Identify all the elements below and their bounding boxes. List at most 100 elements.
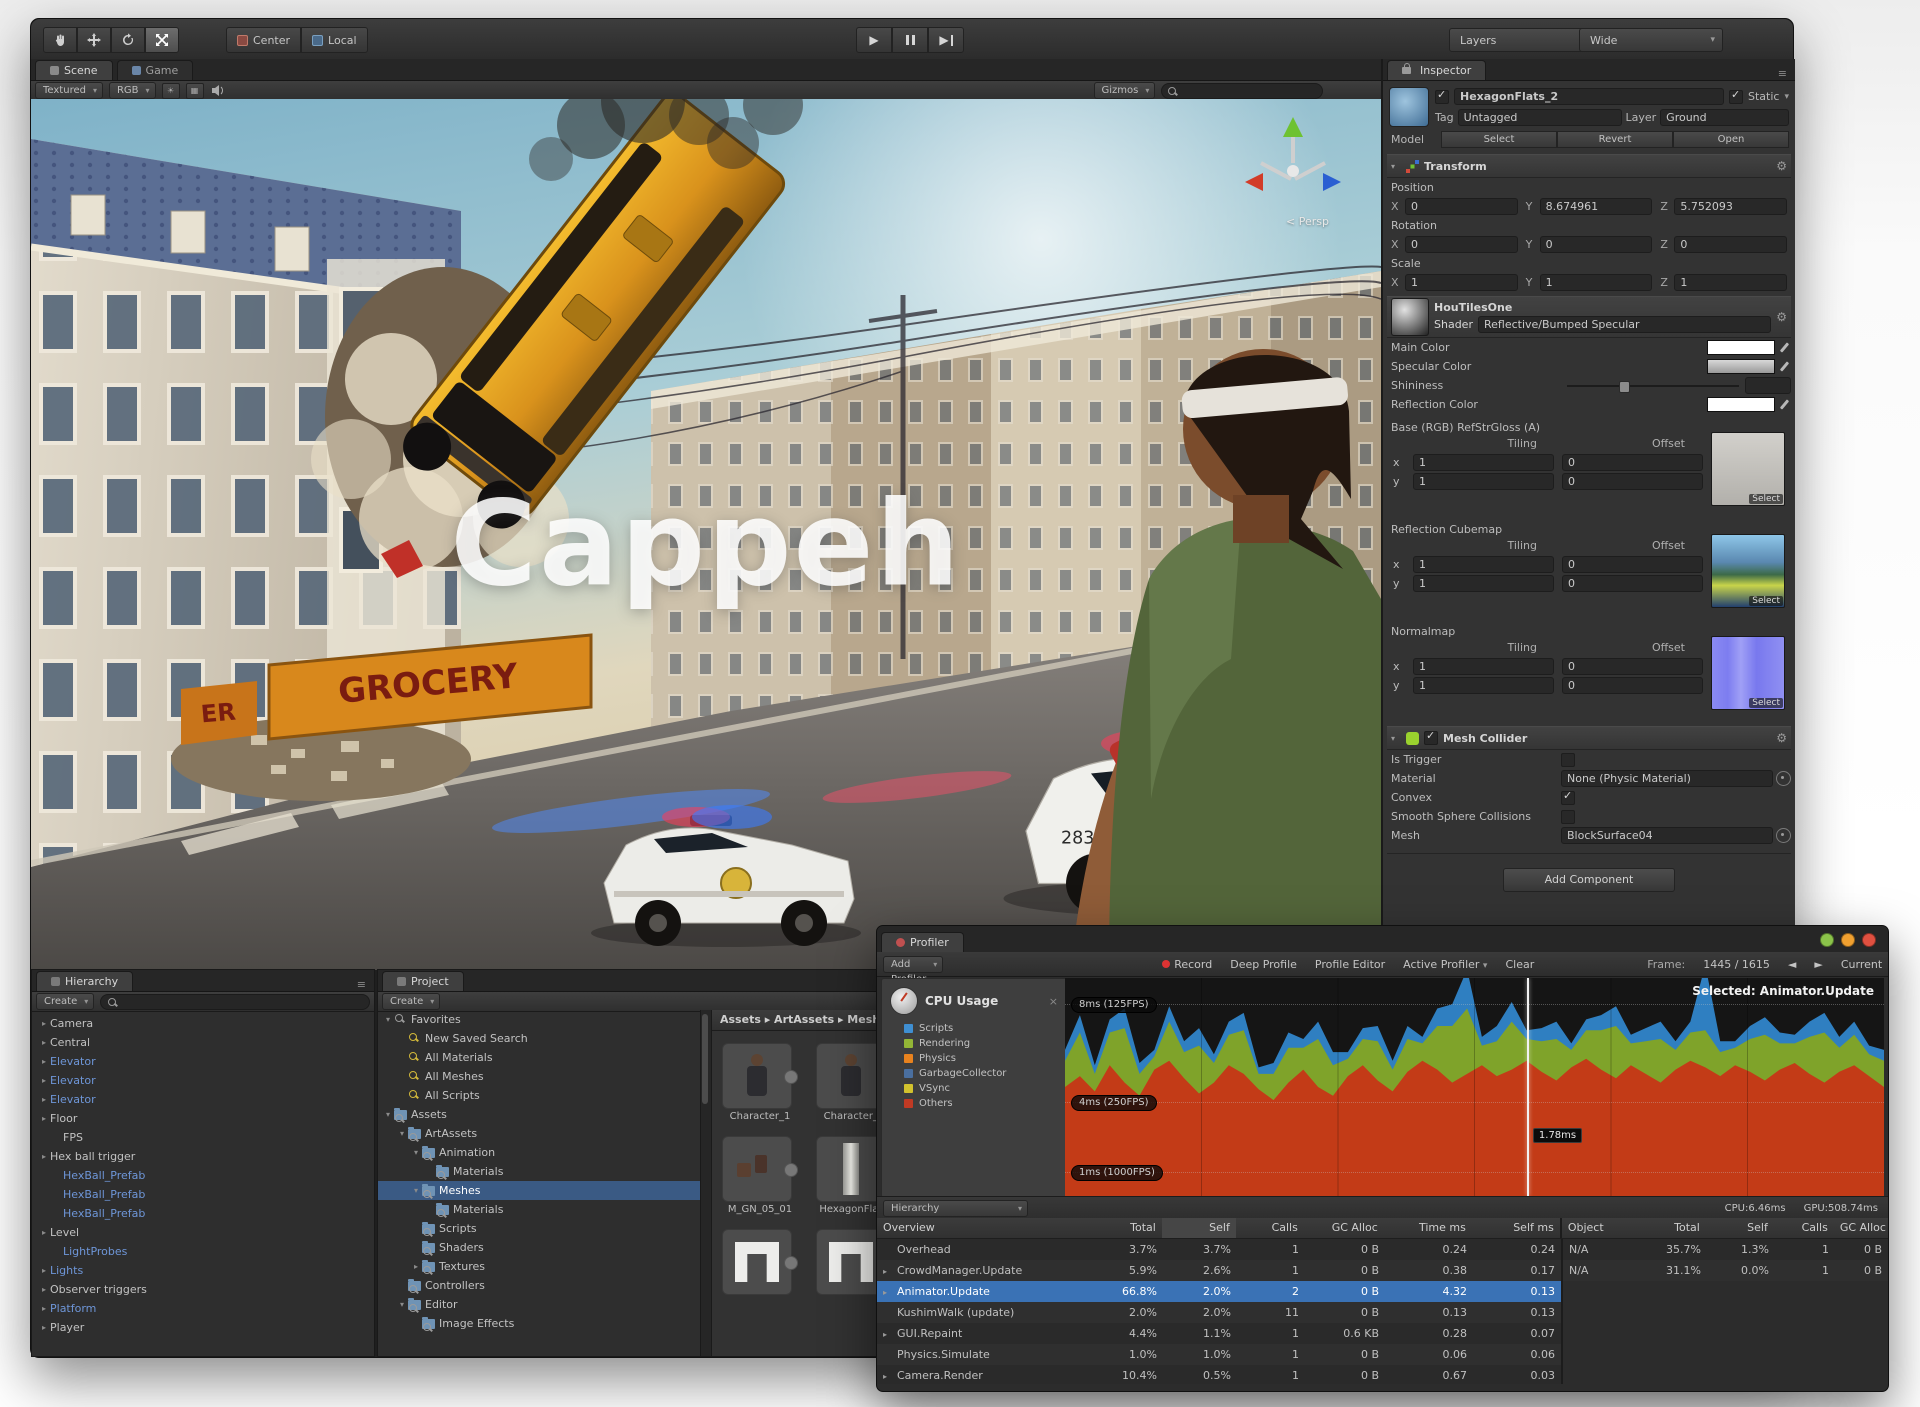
foldout-arrow-icon[interactable]: ▾ xyxy=(396,1124,408,1143)
shader-dropdown[interactable]: Reflective/Bumped Specular xyxy=(1478,316,1771,333)
mesh-collider-header[interactable]: ▾ Mesh Collider ⚙ xyxy=(1387,726,1791,750)
asset-thumbnail[interactable] xyxy=(722,1043,792,1109)
tiling-y-field[interactable]: 1 xyxy=(1413,575,1554,592)
offset-x-field[interactable]: 0 xyxy=(1562,556,1703,573)
hierarchy-item[interactable]: ▸ Observer triggers xyxy=(32,1280,374,1299)
gear-icon[interactable]: ⚙ xyxy=(1776,159,1787,173)
physic-material-field[interactable]: None (Physic Material) xyxy=(1561,770,1773,787)
reflection-color-swatch[interactable] xyxy=(1707,397,1775,412)
draw-mode-dropdown[interactable]: Textured xyxy=(35,82,103,99)
table-row[interactable]: ▸GUI.Repaint 4.4% 1.1% 1 0.6 KB 0.28 0.0… xyxy=(877,1323,1561,1344)
frame-cursor[interactable] xyxy=(1527,978,1529,1196)
position-x-field[interactable]: 0 xyxy=(1405,198,1518,215)
transform-component-header[interactable]: ▾ Transform ⚙ xyxy=(1387,154,1791,178)
foldout-arrow-icon[interactable]: ▸ xyxy=(38,1014,50,1033)
project-tree-item[interactable]: Controllers xyxy=(378,1276,700,1295)
shininess-field[interactable] xyxy=(1745,377,1791,394)
lock-icon[interactable] xyxy=(1402,67,1411,74)
project-tree-item[interactable]: All Materials xyxy=(378,1048,700,1067)
hierarchy-item[interactable]: HexBall_Prefab xyxy=(32,1166,374,1185)
hierarchy-menu-icon[interactable]: ≡ xyxy=(357,978,366,991)
zoom-button[interactable] xyxy=(1841,933,1855,947)
map-thumbnail[interactable]: Select xyxy=(1711,432,1785,506)
offset-y-field[interactable]: 0 xyxy=(1562,575,1703,592)
foldout-arrow-icon[interactable]: ▾ xyxy=(410,1181,422,1200)
persp-label[interactable]: < Persp xyxy=(1286,215,1329,228)
foldout-arrow-icon[interactable]: ▾ xyxy=(410,1143,422,1162)
foldout-arrow-icon[interactable]: ▸ xyxy=(38,1071,50,1090)
main-color-swatch[interactable] xyxy=(1707,340,1775,355)
project-tree-item[interactable]: ▾ Editor xyxy=(378,1295,700,1314)
asset-thumbnail[interactable] xyxy=(722,1229,792,1295)
foldout-arrow-icon[interactable]: ▸ xyxy=(38,1147,50,1166)
project-tree-item[interactable]: Materials xyxy=(378,1162,700,1181)
material-component-header[interactable]: HouTilesOne Shader Reflective/Bumped Spe… xyxy=(1387,296,1791,338)
legend-item[interactable]: VSync xyxy=(882,1081,1066,1096)
move-tool-button[interactable] xyxy=(77,27,111,53)
table-row[interactable]: Physics.Simulate 1.0% 1.0% 1 0 B 0.06 0.… xyxy=(877,1344,1561,1365)
object-picker-icon[interactable] xyxy=(1776,771,1791,786)
close-button[interactable] xyxy=(1862,933,1876,947)
col-gc-alloc[interactable]: GC Alloc xyxy=(1304,1218,1384,1238)
hierarchy-item[interactable]: ▸ Elevator xyxy=(32,1071,374,1090)
eyedropper-icon[interactable] xyxy=(1779,341,1791,354)
eyedropper-icon[interactable] xyxy=(1779,360,1791,373)
add-component-button[interactable]: Add Component xyxy=(1503,868,1675,892)
foldout-arrow-icon[interactable]: ▸ xyxy=(38,1109,50,1128)
tab-project[interactable]: Project xyxy=(382,971,464,991)
static-checkbox[interactable] xyxy=(1729,90,1743,104)
active-checkbox[interactable] xyxy=(1435,90,1449,104)
hierarchy-create-dropdown[interactable]: Create xyxy=(36,993,94,1010)
hierarchy-item[interactable]: ▸ Elevator xyxy=(32,1090,374,1109)
offset-y-field[interactable]: 0 xyxy=(1562,473,1703,490)
tiling-y-field[interactable]: 1 xyxy=(1413,473,1554,490)
hierarchy-item[interactable]: ▸ Hex ball trigger xyxy=(32,1147,374,1166)
tiling-y-field[interactable]: 1 xyxy=(1413,677,1554,694)
project-scrollbar[interactable] xyxy=(700,1010,712,1356)
scale-y-field[interactable]: 1 xyxy=(1540,274,1653,291)
clear-button[interactable]: Clear xyxy=(1496,958,1543,971)
legend-item[interactable]: Physics xyxy=(882,1051,1066,1066)
eyedropper-icon[interactable] xyxy=(1779,398,1791,411)
foldout-arrow-icon[interactable]: ▸ xyxy=(38,1299,50,1318)
col-calls[interactable]: Calls xyxy=(1236,1218,1304,1238)
asset-open-icon[interactable] xyxy=(784,1256,798,1270)
project-tree-item[interactable]: ▸ Textures xyxy=(378,1257,700,1276)
render-mode-dropdown[interactable]: RGB xyxy=(109,82,156,99)
scale-x-field[interactable]: 1 xyxy=(1405,274,1518,291)
object-table-row[interactable]: N/A 31.1% 0.0% 1 0 B xyxy=(1563,1260,1888,1281)
col-self-ms[interactable]: Self ms xyxy=(1472,1218,1560,1238)
scene-viewport[interactable]: GROCERY ER xyxy=(31,99,1381,970)
table-row[interactable]: Overhead 3.7% 3.7% 1 0 B 0.24 0.24 xyxy=(877,1239,1561,1260)
project-tree-item[interactable]: Image Effects xyxy=(378,1314,700,1333)
asset-item[interactable]: M_GN_05_01 xyxy=(722,1136,802,1215)
asset-open-icon[interactable] xyxy=(784,1070,798,1084)
next-frame-button[interactable]: ► xyxy=(1805,958,1831,971)
table-row[interactable]: KushimWalk (update) 2.0% 2.0% 11 0 B 0.1… xyxy=(877,1302,1561,1323)
record-toggle[interactable]: Record xyxy=(1153,958,1221,971)
project-tree-item[interactable]: All Meshes xyxy=(378,1067,700,1086)
tab-scene[interactable]: Scene xyxy=(35,60,113,80)
col-self[interactable]: Self xyxy=(1162,1218,1236,1238)
col-object-total[interactable]: Total xyxy=(1632,1218,1706,1238)
hierarchy-item[interactable]: ▸ Central xyxy=(32,1033,374,1052)
foldout-arrow-icon[interactable]: ▸ xyxy=(38,1052,50,1071)
foldout-arrow-icon[interactable]: ▸ xyxy=(38,1280,50,1299)
lighting-toggle[interactable]: ☀ xyxy=(162,83,180,99)
col-total[interactable]: Total xyxy=(1086,1218,1162,1238)
close-icon[interactable]: × xyxy=(1049,995,1058,1008)
cpu-usage-card[interactable]: CPU Usage × Scripts Rendering xyxy=(881,978,1067,1198)
is-trigger-checkbox[interactable] xyxy=(1561,753,1575,767)
asset-thumbnail[interactable] xyxy=(722,1136,792,1202)
foldout-arrow-icon[interactable]: ▸ xyxy=(410,1257,422,1276)
asset-item[interactable] xyxy=(722,1229,802,1297)
foldout-arrow-icon[interactable]: ▾ xyxy=(382,1010,394,1029)
project-tree-item[interactable]: All Scripts xyxy=(378,1086,700,1105)
hierarchy-item[interactable]: FPS xyxy=(32,1128,374,1147)
table-row[interactable]: ▸CrowdManager.Update 5.9% 2.6% 1 0 B 0.3… xyxy=(877,1260,1561,1281)
offset-x-field[interactable]: 0 xyxy=(1562,454,1703,471)
layers-dropdown[interactable]: Layers xyxy=(1449,28,1593,52)
tab-game[interactable]: Game xyxy=(117,60,194,80)
play-button[interactable]: ▶ xyxy=(856,27,892,53)
layer-dropdown[interactable]: Ground xyxy=(1660,109,1789,126)
